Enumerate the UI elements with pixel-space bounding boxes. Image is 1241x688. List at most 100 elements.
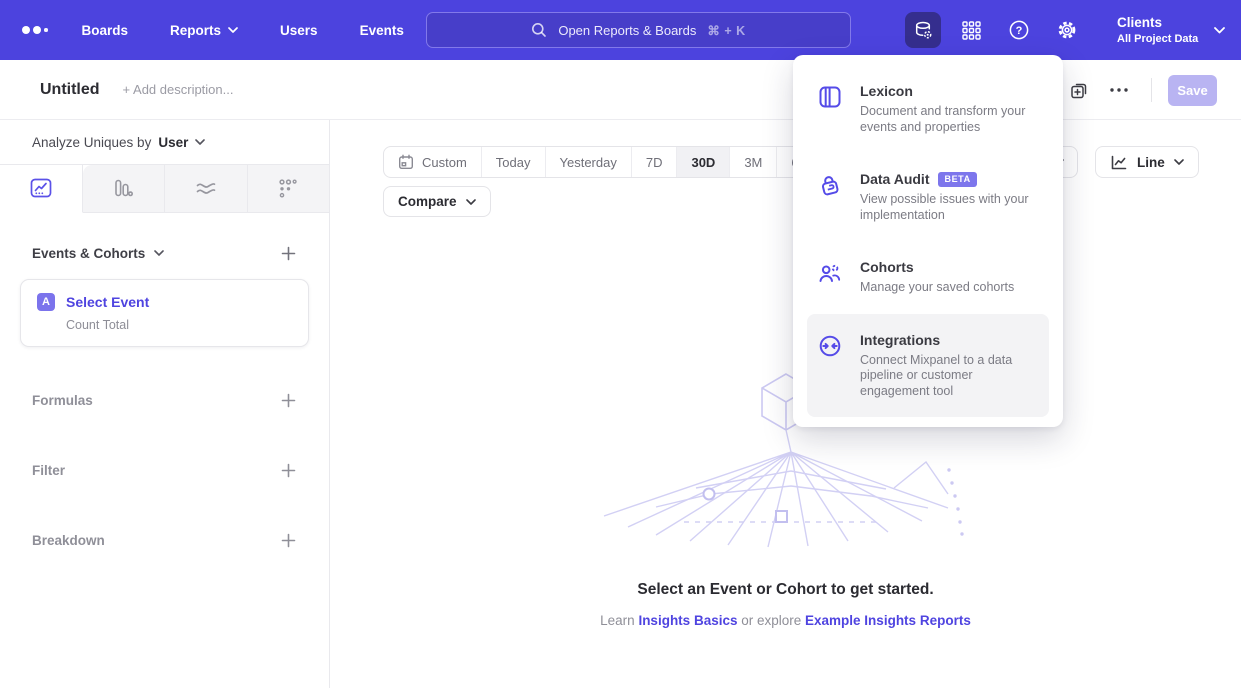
chevron-down-icon — [195, 139, 205, 145]
duplicate-icon — [1069, 80, 1089, 100]
flow-tab-icon — [194, 177, 218, 200]
compare-button[interactable]: Compare — [383, 186, 491, 217]
menu-item-description: Manage your saved cohorts — [860, 280, 1038, 296]
calendar-icon — [398, 154, 414, 170]
add-formula-button[interactable] — [277, 389, 299, 411]
chart-type-dropdown[interactable]: Line — [1095, 146, 1199, 178]
report-canvas: Custom Today Yesterday 7D 30D 3M 6M 12M … — [330, 120, 1241, 688]
events-cohorts-section-header: Events & Cohorts — [0, 241, 329, 265]
date-range-custom[interactable]: Custom — [384, 147, 482, 177]
date-range-3m[interactable]: 3M — [730, 147, 777, 177]
chevron-down-icon — [228, 27, 238, 33]
example-insights-reports-link[interactable]: Example Insights Reports — [805, 613, 971, 628]
query-builder-sidebar: Analyze Uniques by User — [0, 120, 330, 688]
date-range-7d[interactable]: 7D — [632, 147, 678, 177]
search-shortcut: ⌘ + K — [707, 23, 745, 38]
events-cohorts-dropdown[interactable]: Events & Cohorts — [32, 246, 164, 261]
filter-section: Filter — [0, 458, 329, 482]
settings-button[interactable] — [1049, 12, 1085, 48]
menu-item-cohorts[interactable]: Cohorts Manage your saved cohorts — [807, 241, 1049, 314]
data-management-menu: Lexicon Document and transform your even… — [793, 55, 1063, 427]
filter-label: Filter — [32, 463, 65, 478]
nav-item-events[interactable]: Events — [360, 23, 404, 38]
more-options-button[interactable] — [1103, 74, 1135, 106]
data-audit-lock-icon — [817, 172, 843, 198]
gear-icon — [1056, 19, 1078, 41]
search-icon — [531, 22, 547, 38]
menu-item-integrations[interactable]: Integrations Connect Mixpanel to a data … — [807, 314, 1049, 418]
tab-bar-chart[interactable] — [83, 165, 166, 212]
help-button[interactable]: ? — [1001, 12, 1037, 48]
cohorts-people-icon — [817, 260, 843, 286]
chevron-down-icon — [154, 250, 164, 256]
event-metric-label[interactable]: Count Total — [66, 318, 292, 332]
add-event-button[interactable] — [277, 242, 299, 264]
analyze-label: Analyze Uniques by — [32, 135, 151, 150]
line-chart-tab-icon — [29, 177, 53, 200]
learn-prefix: Learn — [600, 613, 638, 628]
menu-item-data-audit[interactable]: Data Audit BETA View possible issues wit… — [807, 153, 1049, 241]
project-switcher[interactable]: Clients All Project Data — [1117, 11, 1225, 49]
chevron-down-icon — [1174, 159, 1184, 165]
event-letter-badge: A — [37, 293, 55, 311]
insights-basics-link[interactable]: Insights Basics — [638, 613, 737, 628]
ellipsis-icon — [1110, 88, 1128, 92]
menu-item-title: Integrations — [860, 332, 940, 348]
beta-badge: BETA — [938, 172, 976, 187]
tab-metrics[interactable] — [248, 165, 330, 212]
date-range-today[interactable]: Today — [482, 147, 546, 177]
grid-icon — [961, 20, 982, 41]
plus-icon — [281, 463, 296, 478]
or-explore-text: or explore — [737, 613, 805, 628]
empty-state-title: Select an Event or Cohort to get started… — [330, 581, 1241, 599]
report-description-placeholder[interactable]: + Add description... — [123, 82, 234, 97]
lexicon-book-icon — [817, 84, 843, 110]
chart-type-tabs — [0, 164, 329, 213]
divider — [1151, 78, 1152, 102]
nav-item-users[interactable]: Users — [280, 23, 318, 38]
select-event-label[interactable]: Select Event — [66, 294, 149, 310]
project-name: Clients — [1117, 14, 1198, 32]
database-gear-icon — [913, 20, 934, 41]
analyze-by-dropdown[interactable]: User — [158, 135, 205, 150]
integrations-sync-icon — [817, 333, 843, 359]
menu-item-description: View possible issues with your implement… — [860, 192, 1038, 223]
formulas-section: Formulas — [0, 388, 329, 412]
help-icon: ? — [1008, 19, 1030, 41]
nav-item-reports[interactable]: Reports — [170, 23, 238, 38]
global-search-input[interactable]: Open Reports & Boards ⌘ + K — [426, 12, 851, 48]
event-row-a[interactable]: A Select Event Count Total — [20, 279, 309, 347]
breakdown-label: Breakdown — [32, 533, 105, 548]
add-breakdown-button[interactable] — [277, 529, 299, 551]
apps-grid-button[interactable] — [953, 12, 989, 48]
data-management-button[interactable] — [905, 12, 941, 48]
duplicate-report-button[interactable] — [1063, 74, 1095, 106]
plus-icon — [281, 393, 296, 408]
tab-flow[interactable] — [165, 165, 248, 212]
formulas-label: Formulas — [32, 393, 93, 408]
navbar-icon-group: ? — [905, 12, 1085, 48]
analyze-uniques-row: Analyze Uniques by User — [0, 120, 329, 164]
top-navbar: Boards Reports Users Events Open Reports… — [0, 0, 1241, 60]
metrics-tab-icon — [276, 177, 300, 200]
menu-item-lexicon[interactable]: Lexicon Document and transform your even… — [807, 65, 1049, 153]
bar-chart-tab-icon — [111, 177, 135, 200]
nav-item-boards[interactable]: Boards — [82, 23, 129, 38]
report-actions: Save — [1063, 60, 1217, 120]
empty-state-links: Learn Insights Basics or explore Example… — [330, 613, 1241, 628]
primary-nav: Boards Reports Users Events — [82, 23, 404, 38]
menu-item-title: Cohorts — [860, 259, 914, 275]
mixpanel-logo[interactable] — [22, 26, 48, 34]
save-button[interactable]: Save — [1168, 75, 1217, 106]
tab-insights-line[interactable] — [0, 165, 83, 213]
chevron-down-icon — [466, 199, 476, 205]
svg-text:?: ? — [1016, 25, 1023, 37]
line-chart-icon — [1110, 154, 1128, 171]
project-scope: All Project Data — [1117, 32, 1198, 46]
date-range-30d[interactable]: 30D — [677, 147, 730, 177]
menu-item-title: Lexicon — [860, 83, 913, 99]
date-range-yesterday[interactable]: Yesterday — [546, 147, 632, 177]
add-filter-button[interactable] — [277, 459, 299, 481]
menu-item-description: Connect Mixpanel to a data pipeline or c… — [860, 353, 1038, 400]
report-title[interactable]: Untitled — [40, 81, 100, 99]
